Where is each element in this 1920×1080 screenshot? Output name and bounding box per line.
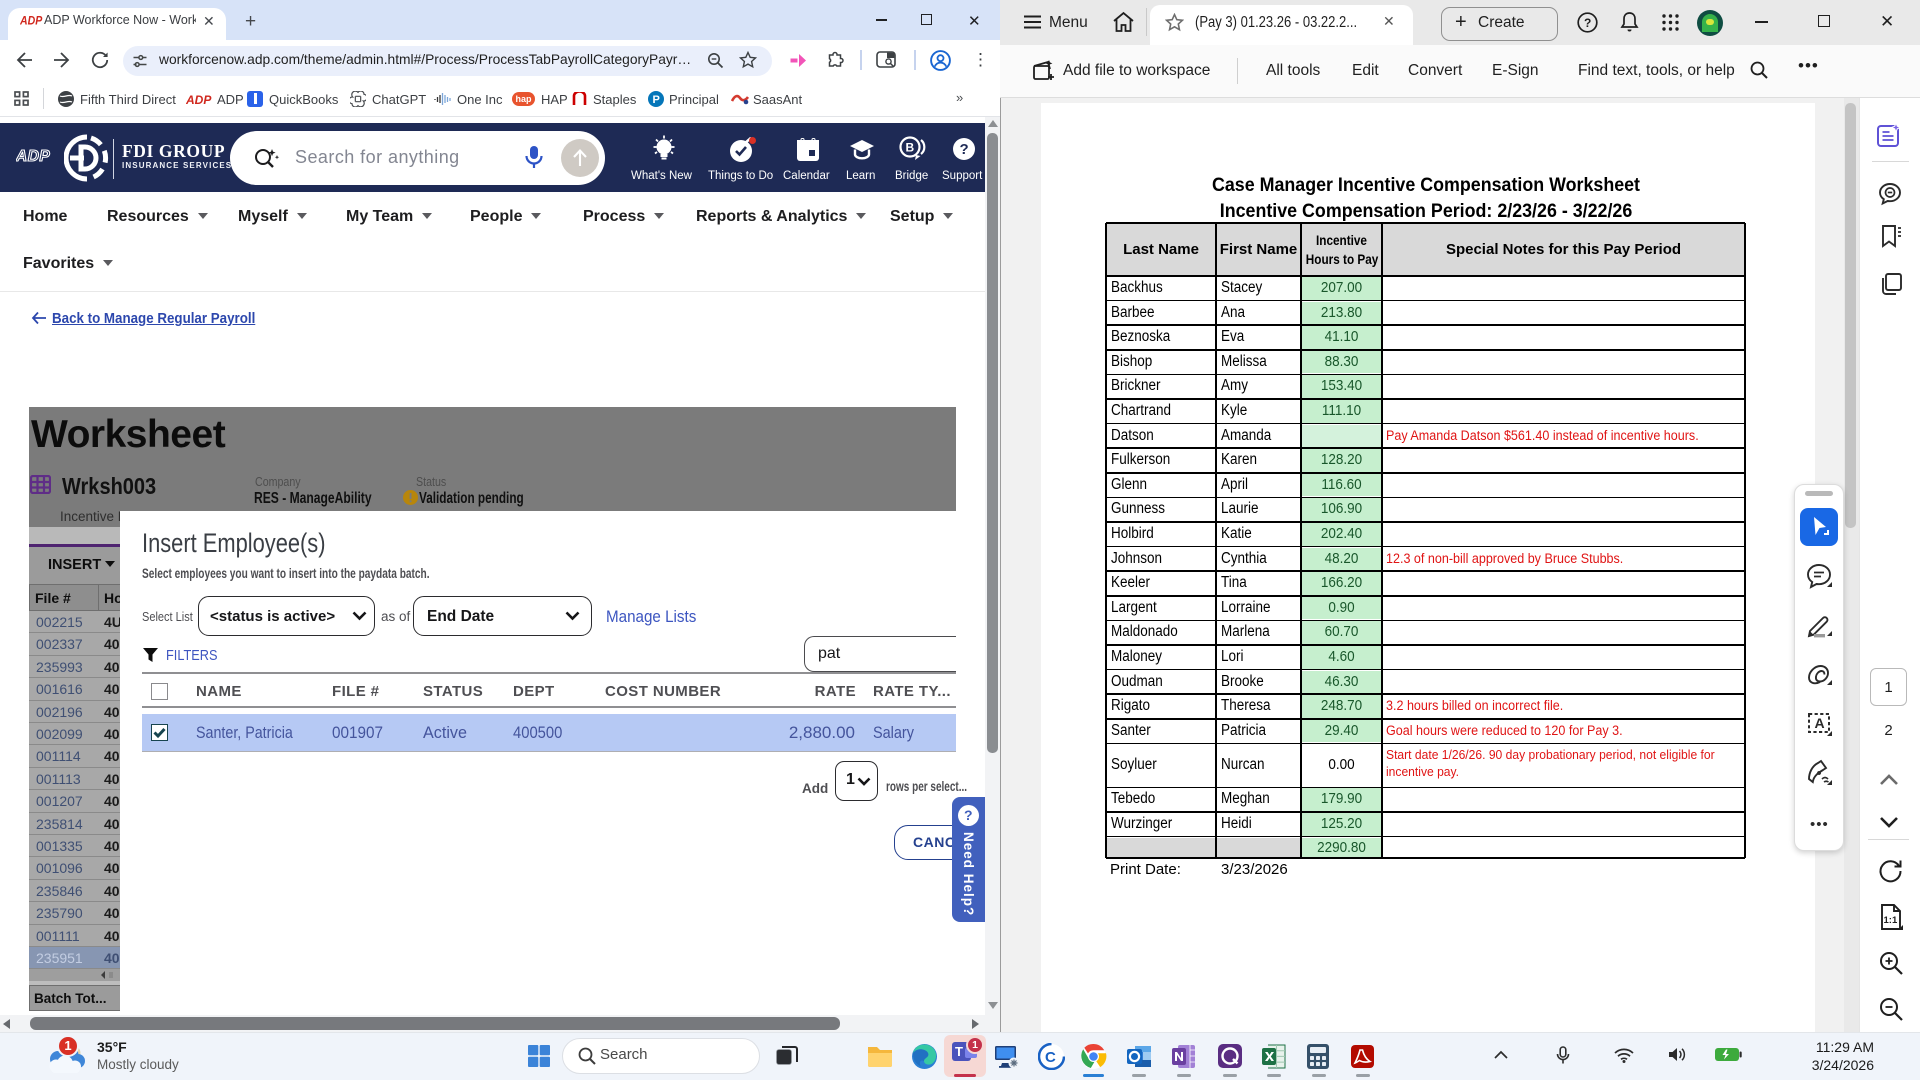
svg-text:1:1: 1:1 bbox=[1884, 915, 1898, 926]
svg-text:B: B bbox=[906, 141, 915, 155]
svg-text:?: ? bbox=[960, 141, 969, 158]
svg-text:C: C bbox=[1045, 1049, 1056, 1066]
svg-text:P: P bbox=[653, 94, 660, 106]
svg-text:A: A bbox=[1815, 715, 1825, 731]
svg-text:?: ? bbox=[1584, 16, 1591, 30]
svg-text:ADP: ADP bbox=[20, 15, 43, 27]
svg-text:ADP: ADP bbox=[186, 93, 212, 106]
svg-text:ADP: ADP bbox=[16, 148, 50, 165]
